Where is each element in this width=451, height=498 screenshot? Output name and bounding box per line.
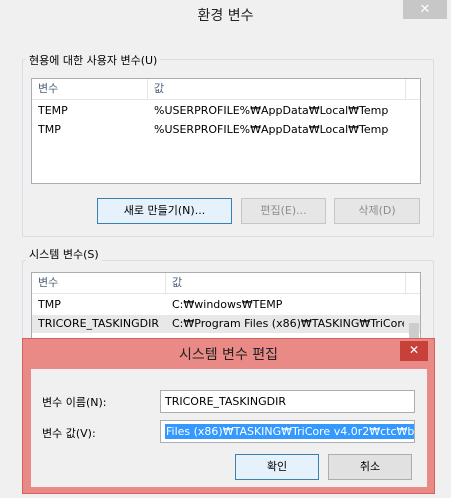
- variable-value: C:₩windows₩TEMP: [172, 298, 283, 311]
- user-list-header: 변수 값: [32, 79, 420, 100]
- system-variables-label: 시스템 변수(S): [26, 246, 102, 262]
- variable-value: C:₩Program Files (x86)₩TASKING₩TriCore: [172, 317, 404, 330]
- variable-value-input[interactable]: Files (x86)₩TASKING₩TriCore v4.0r2₩ctc₩b…: [160, 420, 415, 443]
- variable-name-label: 변수 이름(N):: [42, 396, 107, 409]
- list-item[interactable]: TMP %USERPROFILE%₩AppData₩Local₩Temp: [32, 121, 420, 139]
- delete-user-variable-button[interactable]: 삭제(D): [334, 198, 420, 224]
- variable-value-label: 변수 값(V):: [42, 427, 96, 440]
- column-header-value[interactable]: 값: [148, 79, 406, 100]
- system-list-header: 변수 값: [32, 273, 420, 294]
- close-icon[interactable]: ✕: [400, 341, 428, 361]
- user-variables-label: 현용에 대한 사용자 변수(U): [26, 52, 161, 68]
- ok-button[interactable]: 확인: [235, 454, 319, 480]
- system-variables-list[interactable]: 변수 값 TMP C:₩windows₩TEMP TRICORE_TASKING…: [31, 272, 421, 342]
- variable-value: %USERPROFILE%₩AppData₩Local₩Temp: [154, 123, 389, 136]
- dialog-title: 시스템 변수 편집: [178, 347, 279, 363]
- variable-name: TMP: [38, 298, 61, 311]
- edit-variable-dialog: 시스템 변수 편집 ✕ 변수 이름(N): TRICORE_TASKINGDIR…: [22, 338, 435, 494]
- column-header-name[interactable]: 변수: [32, 273, 166, 294]
- user-variables-list[interactable]: 변수 값 TEMP %USERPROFILE%₩AppData₩Local₩Te…: [31, 78, 421, 184]
- variable-value: %USERPROFILE%₩AppData₩Local₩Temp: [154, 104, 389, 117]
- window-title: 환경 변수: [197, 8, 254, 24]
- variable-name: TRICORE_TASKINGDIR: [38, 317, 159, 330]
- variable-value-text: Files (x86)₩TASKING₩TriCore v4.0r2₩ctc₩b…: [165, 424, 414, 439]
- list-item[interactable]: TEMP %USERPROFILE%₩AppData₩Local₩Temp: [32, 102, 420, 120]
- dialog-body: 변수 이름(N): TRICORE_TASKINGDIR 변수 값(V): Fi…: [31, 369, 427, 487]
- list-item[interactable]: TMP C:₩windows₩TEMP: [32, 296, 420, 314]
- column-header-name[interactable]: 변수: [32, 79, 148, 100]
- new-user-variable-button[interactable]: 새로 만들기(N)...: [97, 198, 232, 224]
- cancel-button[interactable]: 취소: [328, 454, 412, 480]
- variable-name: TMP: [38, 123, 61, 136]
- title-bar: 환경 변수 ✕: [0, 0, 451, 28]
- variable-name: TEMP: [38, 104, 68, 117]
- variable-name-input[interactable]: TRICORE_TASKINGDIR: [160, 390, 415, 413]
- close-icon[interactable]: ✕: [403, 0, 447, 19]
- column-header-value[interactable]: 값: [166, 273, 406, 294]
- list-item[interactable]: TRICORE_TASKINGDIR C:₩Program Files (x86…: [32, 315, 420, 333]
- edit-user-variable-button[interactable]: 편집(E)...: [241, 198, 326, 224]
